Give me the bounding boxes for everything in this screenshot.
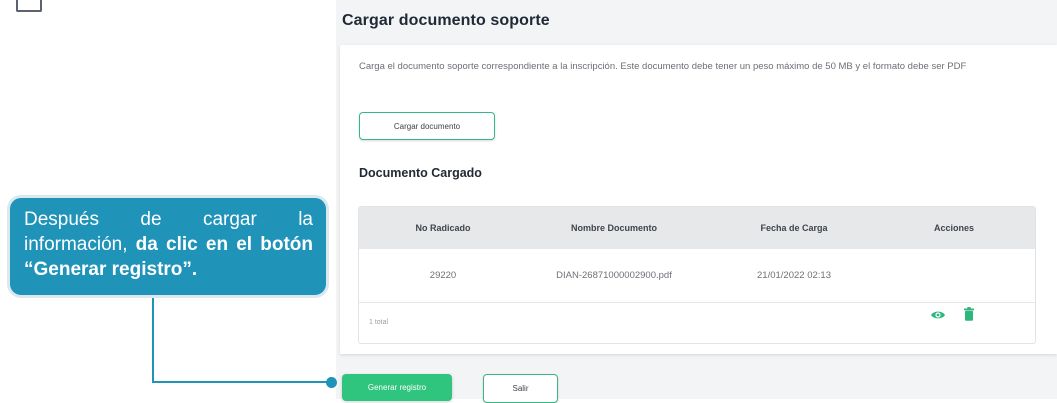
cell-radicado: 29220 (429, 270, 457, 281)
eye-icon[interactable] (930, 309, 946, 321)
upload-document-button[interactable]: Cargar documento (359, 112, 495, 140)
column-header-acciones: Acciones (933, 223, 975, 233)
generate-registration-button[interactable]: Generar registro (342, 374, 452, 401)
column-header-fecha[interactable]: Fecha de Carga (729, 207, 859, 249)
column-header-radicado[interactable]: No Radicado (383, 207, 503, 249)
upload-description: Carga el documento soporte correspondien… (359, 61, 967, 72)
window-corner-frame (16, 0, 42, 12)
page-title: Cargar documento soporte (342, 12, 550, 29)
uploaded-documents-table: No Radicado Nombre Documento Fecha de Ca… (358, 206, 1036, 344)
table-total: 1 total (369, 319, 389, 326)
trash-icon[interactable] (963, 307, 975, 321)
callout-connector-line (152, 298, 333, 383)
instruction-callout: Después de cargar la información, da cli… (7, 195, 329, 298)
table-row: 29220 DIAN-26871000002900.pdf 21/01/2022… (359, 249, 1035, 321)
table-header: No Radicado Nombre Documento Fecha de Ca… (359, 207, 1035, 249)
cell-upload-date: 21/01/2022 02:13 (757, 270, 831, 281)
column-header-nombre[interactable]: Nombre Documento (544, 207, 684, 249)
callout-connector-dot (326, 377, 337, 388)
cell-document-name: DIAN-26871000002900.pdf (556, 270, 672, 281)
uploaded-section-title: Documento Cargado (359, 166, 482, 180)
callout-text: Después de cargar la información, da cli… (24, 207, 313, 282)
